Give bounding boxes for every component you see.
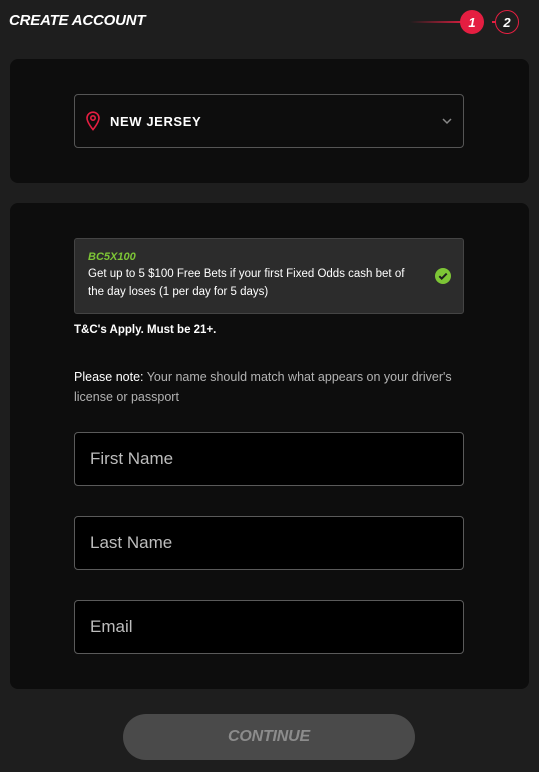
create-account-page: CREATE ACCOUNT 1 2 NEW JERSEY BC5X100 Ge… — [0, 0, 539, 772]
state-select-value: NEW JERSEY — [110, 114, 202, 129]
step-1-indicator: 1 — [460, 10, 484, 34]
promo-code-box[interactable]: BC5X100 Get up to 5 $100 Free Bets if yo… — [74, 238, 464, 314]
last-name-input[interactable] — [74, 516, 464, 570]
promo-description: Get up to 5 $100 Free Bets if your first… — [88, 268, 405, 298]
email-input[interactable] — [74, 600, 464, 654]
note-label: Please note: — [74, 370, 144, 384]
name-note: Please note: Your name should match what… — [74, 367, 464, 407]
progress-stepper: 1 2 — [410, 10, 522, 34]
continue-button[interactable]: CONTINUE — [123, 714, 415, 760]
registration-form-card: BC5X100 Get up to 5 $100 Free Bets if yo… — [10, 203, 529, 689]
location-pin-icon — [86, 111, 100, 131]
state-select[interactable]: NEW JERSEY — [74, 94, 464, 148]
first-name-input[interactable] — [74, 432, 464, 486]
state-card: NEW JERSEY — [10, 59, 529, 183]
chevron-down-icon — [442, 118, 452, 125]
terms-notice: T&C's Apply. Must be 21+. — [74, 324, 217, 336]
promo-code: BC5X100 — [88, 251, 136, 263]
check-circle-icon — [435, 268, 451, 284]
header: CREATE ACCOUNT 1 2 — [0, 0, 539, 44]
step-2-indicator: 2 — [495, 10, 519, 34]
page-title: CREATE ACCOUNT — [9, 12, 146, 29]
